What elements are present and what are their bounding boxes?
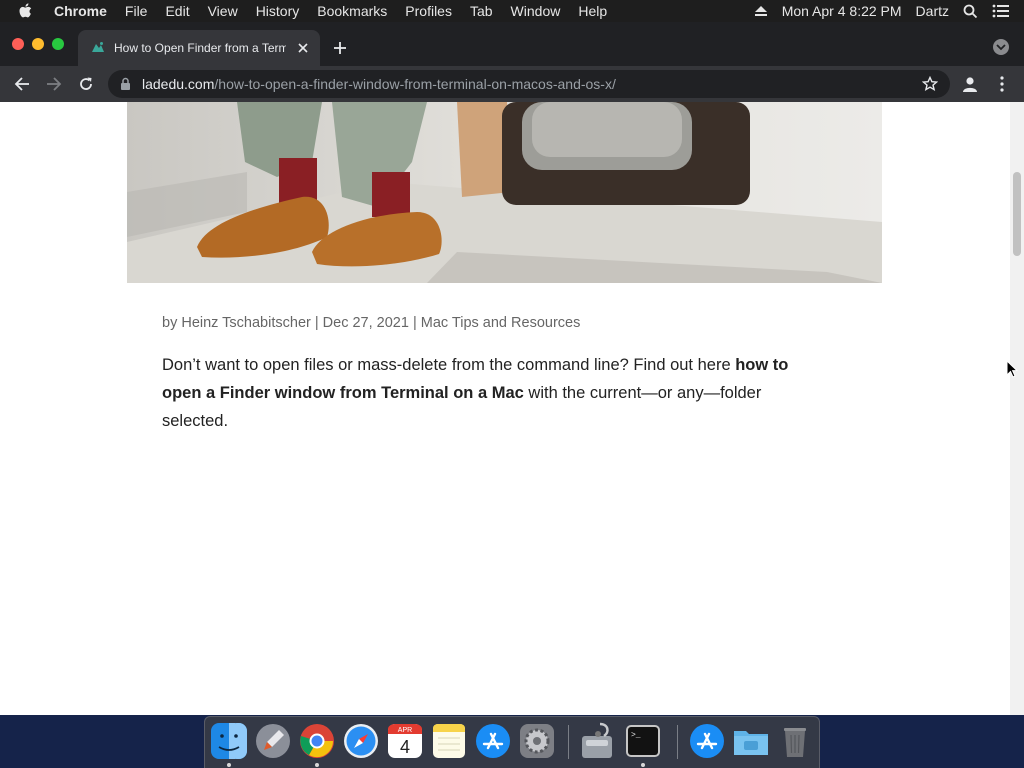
site-favicon-icon bbox=[90, 40, 106, 56]
menu-view[interactable]: View bbox=[208, 3, 238, 19]
url-path: /how-to-open-a-finder-window-from-termin… bbox=[214, 76, 616, 92]
menubar-user[interactable]: Dartz bbox=[916, 3, 949, 19]
mouse-cursor-icon bbox=[1006, 360, 1018, 378]
category-link[interactable]: Mac Tips and Resources bbox=[421, 315, 581, 331]
more-menu-kebab-icon[interactable] bbox=[992, 74, 1012, 94]
dock-separator bbox=[568, 725, 569, 759]
finder-icon[interactable] bbox=[210, 722, 248, 760]
calendar-month-text: APR bbox=[398, 727, 412, 734]
scrollbar-thumb[interactable] bbox=[1013, 172, 1021, 256]
status-area: Mon Apr 4 8:22 PM Dartz bbox=[754, 0, 1024, 22]
eject-icon[interactable] bbox=[754, 5, 768, 17]
chrome-running-indicator bbox=[315, 763, 319, 767]
tab-close-icon[interactable] bbox=[296, 41, 310, 55]
article-date: Dec 27, 2021 bbox=[322, 315, 409, 331]
url-domain: ladedu.com bbox=[142, 76, 215, 92]
bookmark-star-icon[interactable] bbox=[921, 75, 939, 92]
menu-profiles[interactable]: Profiles bbox=[405, 3, 452, 19]
new-tab-plus-icon[interactable] bbox=[330, 38, 350, 58]
dock: APR 4 >_ bbox=[204, 716, 820, 768]
terminal-prompt-text: >_ bbox=[631, 731, 641, 740]
system-preferences-icon[interactable] bbox=[518, 722, 556, 760]
menubar-clock[interactable]: Mon Apr 4 8:22 PM bbox=[782, 3, 902, 19]
notification-center-icon[interactable] bbox=[992, 4, 1010, 18]
terminal-icon[interactable]: >_ bbox=[624, 722, 662, 760]
menu-tab[interactable]: Tab bbox=[470, 3, 493, 19]
menu-file[interactable]: File bbox=[125, 3, 148, 19]
meta-separator-1: | bbox=[310, 315, 323, 331]
menu-app-name[interactable]: Chrome bbox=[54, 3, 107, 19]
dock-separator-2 bbox=[677, 725, 678, 759]
menu-history[interactable]: History bbox=[256, 3, 300, 19]
applications-folder-icon[interactable] bbox=[688, 722, 726, 760]
reload-icon[interactable] bbox=[76, 74, 96, 94]
notes-icon[interactable] bbox=[430, 722, 468, 760]
window-close-button[interactable] bbox=[12, 38, 24, 50]
forward-arrow-icon[interactable] bbox=[44, 74, 64, 94]
article-hero-image bbox=[127, 102, 882, 283]
terminal-running-indicator bbox=[641, 763, 645, 767]
disk-utility-icon[interactable] bbox=[578, 722, 616, 760]
menu-bar: Chrome File Edit View History Bookmarks … bbox=[0, 0, 1024, 22]
window-minimize-button[interactable] bbox=[32, 38, 44, 50]
article-intro-paragraph: Don’t want to open files or mass-delete … bbox=[162, 351, 822, 435]
browser-window: How to Open Finder from a Terminal Windo… bbox=[0, 22, 1024, 715]
back-arrow-icon[interactable] bbox=[12, 74, 32, 94]
tab-title: How to Open Finder from a Terminal Windo… bbox=[114, 41, 286, 55]
lock-icon[interactable] bbox=[120, 77, 132, 91]
tab-strip: How to Open Finder from a Terminal Windo… bbox=[0, 22, 1024, 66]
browser-tab-active[interactable]: How to Open Finder from a Terminal Windo… bbox=[78, 30, 320, 66]
window-fullscreen-button[interactable] bbox=[52, 38, 64, 50]
page-scrollbar[interactable] bbox=[1010, 102, 1024, 715]
menu-bookmarks[interactable]: Bookmarks bbox=[317, 3, 387, 19]
author-link[interactable]: Heinz Tschabitscher bbox=[181, 315, 311, 331]
menu-window[interactable]: Window bbox=[511, 3, 561, 19]
browser-toolbar: ladedu.com/how-to-open-a-finder-window-f… bbox=[0, 66, 1024, 102]
profile-avatar-icon[interactable] bbox=[960, 74, 980, 94]
calendar-day-text: 4 bbox=[400, 737, 410, 757]
calendar-icon[interactable]: APR 4 bbox=[386, 722, 424, 760]
address-bar[interactable]: ladedu.com/how-to-open-a-finder-window-f… bbox=[108, 70, 950, 98]
meta-separator-2: | bbox=[408, 315, 421, 331]
menu-help[interactable]: Help bbox=[578, 3, 607, 19]
downloads-folder-icon[interactable] bbox=[732, 722, 770, 760]
url-text[interactable]: ladedu.com/how-to-open-a-finder-window-f… bbox=[142, 76, 616, 92]
finder-running-indicator bbox=[227, 763, 231, 767]
spotlight-search-icon[interactable] bbox=[963, 4, 978, 19]
web-page-content: by Heinz Tschabitscher | Dec 27, 2021 | … bbox=[0, 102, 1010, 715]
app-store-icon[interactable] bbox=[474, 722, 512, 760]
launchpad-icon[interactable] bbox=[254, 722, 292, 760]
menu-edit[interactable]: Edit bbox=[165, 3, 189, 19]
meta-prefix: by bbox=[162, 315, 182, 331]
article-meta: by Heinz Tschabitscher | Dec 27, 2021 | … bbox=[162, 315, 580, 331]
intro-text-before: Don’t want to open files or mass-delete … bbox=[162, 356, 736, 374]
trash-icon[interactable] bbox=[776, 722, 814, 760]
safari-icon[interactable] bbox=[342, 722, 380, 760]
chrome-icon[interactable] bbox=[298, 722, 336, 760]
tab-search-chevron-down-icon[interactable] bbox=[993, 39, 1009, 55]
apple-menu-icon[interactable] bbox=[18, 2, 36, 20]
